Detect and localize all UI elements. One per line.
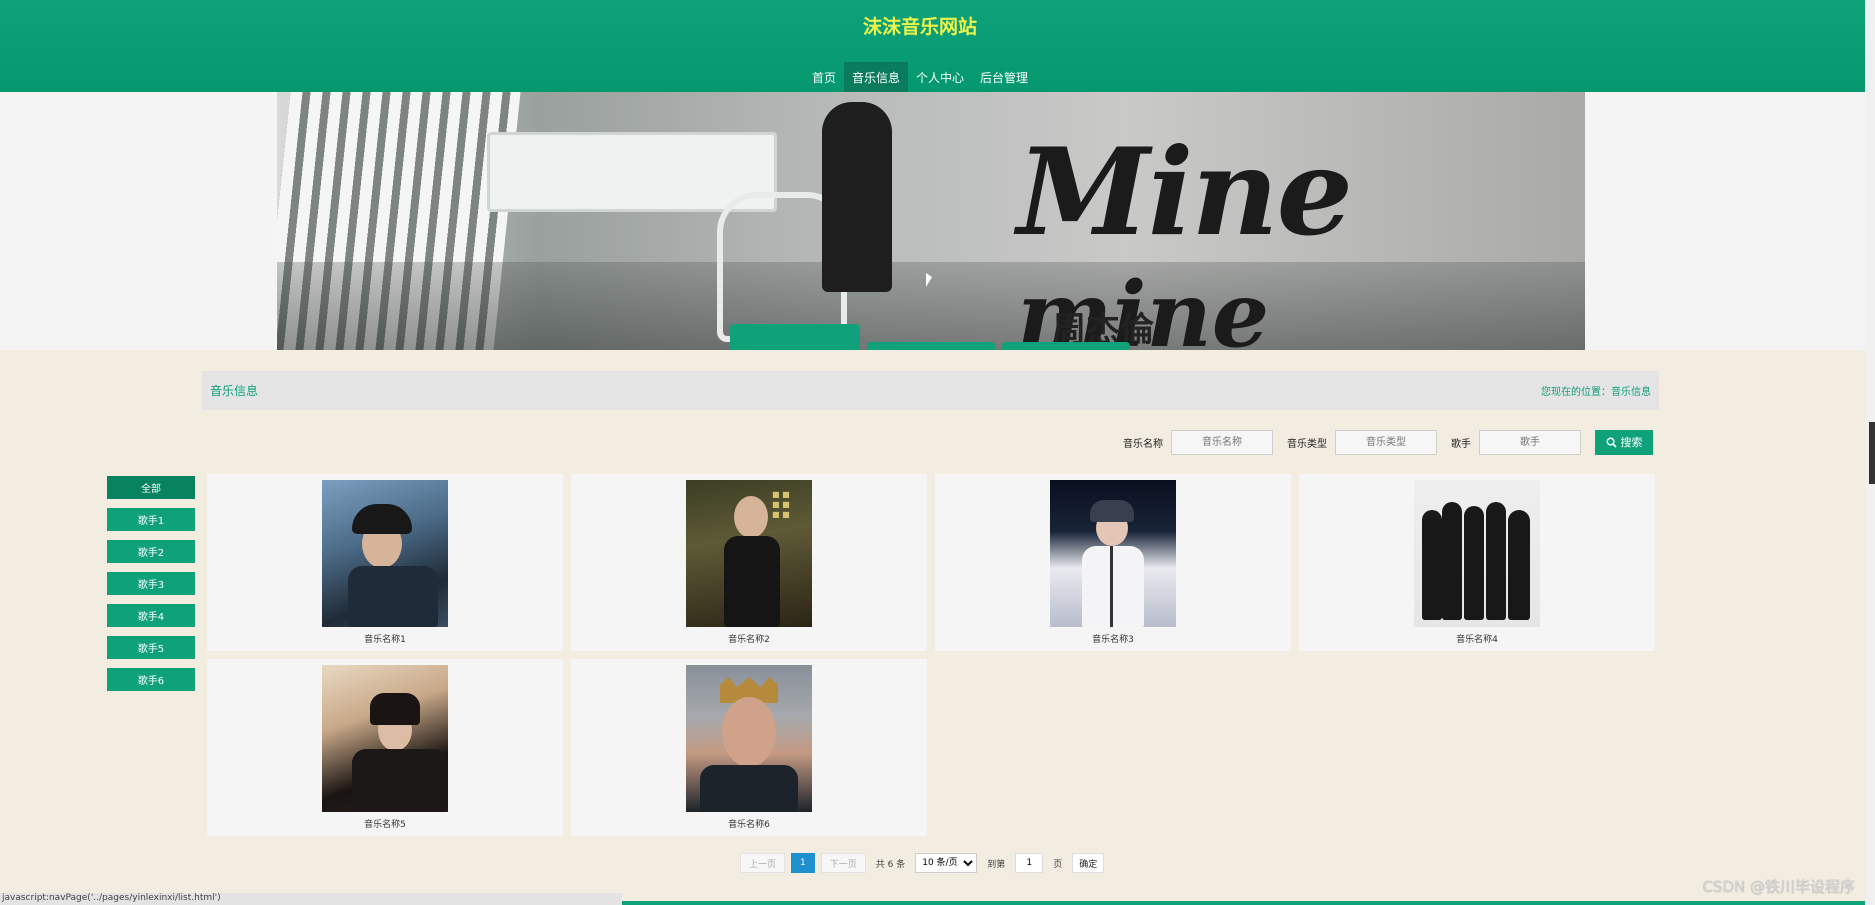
music-name[interactable]: 音乐名称3	[1092, 632, 1134, 645]
main-nav: 首页 音乐信息 个人中心 后台管理	[0, 62, 1840, 92]
music-cover-image[interactable]	[1050, 480, 1176, 627]
music-card[interactable]: 音乐名称1	[207, 474, 563, 651]
filter-singer-5[interactable]: 歌手5	[107, 636, 195, 659]
banner-carousel[interactable]: Mine mine 周杰倫	[277, 92, 1585, 350]
site-header: 沫沫音乐网站 首页 音乐信息 个人中心 后台管理	[0, 0, 1865, 92]
goto-confirm-button[interactable]: 确定	[1072, 853, 1105, 873]
music-name[interactable]: 音乐名称2	[728, 632, 770, 645]
music-card[interactable]: 音乐名称6	[571, 659, 927, 836]
carousel-dot-3[interactable]	[1002, 342, 1130, 350]
page-1-button[interactable]: 1	[791, 853, 815, 873]
music-name[interactable]: 音乐名称4	[1456, 632, 1498, 645]
singer-filter-sidebar: 全部 歌手1 歌手2 歌手3 歌手4 歌手5 歌手6	[107, 476, 195, 700]
filter-singer-2[interactable]: 歌手2	[107, 540, 195, 563]
watermark: CSDN @铁川毕设程序	[1702, 878, 1855, 896]
site-title: 沫沫音乐网站	[862, 16, 977, 38]
breadcrumb: 您现在的位置：音乐信息	[1541, 387, 1651, 398]
music-cover-image[interactable]	[1414, 480, 1540, 627]
total-count: 共 6 条	[875, 859, 906, 870]
section-header: 音乐信息 您现在的位置：音乐信息	[202, 371, 1659, 410]
search-button[interactable]: 搜索	[1595, 429, 1653, 455]
search-bar: 音乐名称 音乐类型 歌手 搜索	[1123, 429, 1653, 455]
pagination: 上一页 1 下一页 共 6 条 10 条/页 到第 页 确定	[740, 853, 1105, 873]
music-grid: 音乐名称1 ■ ■ ■ ■ ■ ■ 音乐名称2 音乐名称3 音乐名称4 音乐名称…	[207, 474, 1657, 836]
banner-area: Mine mine 周杰倫	[0, 92, 1865, 350]
mouse-cursor-icon	[926, 273, 932, 287]
music-cover-image[interactable]	[322, 480, 448, 627]
browser-status-bar: javascript:navPage('../pages/yinlexinxi/…	[0, 893, 622, 905]
goto-page-input[interactable]	[1015, 853, 1044, 873]
music-type-label: 音乐类型	[1287, 438, 1327, 450]
banner-title: Mine	[1017, 122, 1353, 263]
filter-all[interactable]: 全部	[107, 476, 195, 499]
filter-singer-1[interactable]: 歌手1	[107, 508, 195, 531]
nav-home[interactable]: 首页	[804, 62, 844, 92]
nav-admin[interactable]: 后台管理	[972, 62, 1036, 92]
search-icon	[1606, 437, 1617, 448]
carousel-indicators	[277, 324, 1585, 350]
music-card[interactable]: 音乐名称3	[935, 474, 1291, 651]
music-cover-image[interactable]	[686, 665, 812, 812]
footer-strip	[622, 901, 1865, 905]
music-name[interactable]: 音乐名称6	[728, 817, 770, 830]
music-name[interactable]: 音乐名称1	[364, 632, 406, 645]
filter-singer-3[interactable]: 歌手3	[107, 572, 195, 595]
search-button-label: 搜索	[1620, 436, 1643, 449]
goto-suffix: 页	[1053, 859, 1063, 870]
music-name-label: 音乐名称	[1123, 438, 1163, 450]
next-page-button[interactable]: 下一页	[820, 853, 866, 873]
goto-prefix: 到第	[987, 859, 1006, 870]
music-name[interactable]: 音乐名称5	[364, 817, 406, 830]
nav-music-info[interactable]: 音乐信息	[843, 62, 908, 92]
nav-personal-center[interactable]: 个人中心	[908, 62, 972, 92]
music-cover-image[interactable]: ■ ■ ■ ■ ■ ■	[686, 480, 812, 627]
music-name-input[interactable]	[1171, 429, 1273, 455]
section-title: 音乐信息	[210, 384, 259, 398]
scrollbar-thumb[interactable]	[1869, 422, 1875, 484]
filter-singer-4[interactable]: 歌手4	[107, 604, 195, 627]
singer-label: 歌手	[1451, 438, 1471, 450]
carousel-dot-2[interactable]	[867, 342, 995, 350]
carousel-dot-1[interactable]	[730, 324, 860, 350]
music-cover-image[interactable]	[322, 665, 448, 812]
page-scrollbar[interactable]	[1865, 0, 1875, 905]
page-size-select[interactable]: 10 条/页	[915, 853, 978, 873]
filter-singer-6[interactable]: 歌手6	[107, 668, 195, 691]
prev-page-button[interactable]: 上一页	[740, 853, 786, 873]
music-card[interactable]: 音乐名称4	[1299, 474, 1655, 651]
banner-pianist	[822, 102, 892, 292]
music-type-input[interactable]	[1335, 429, 1437, 455]
singer-input[interactable]	[1479, 429, 1581, 455]
music-card[interactable]: 音乐名称5	[207, 659, 563, 836]
music-card[interactable]: ■ ■ ■ ■ ■ ■ 音乐名称2	[571, 474, 927, 651]
